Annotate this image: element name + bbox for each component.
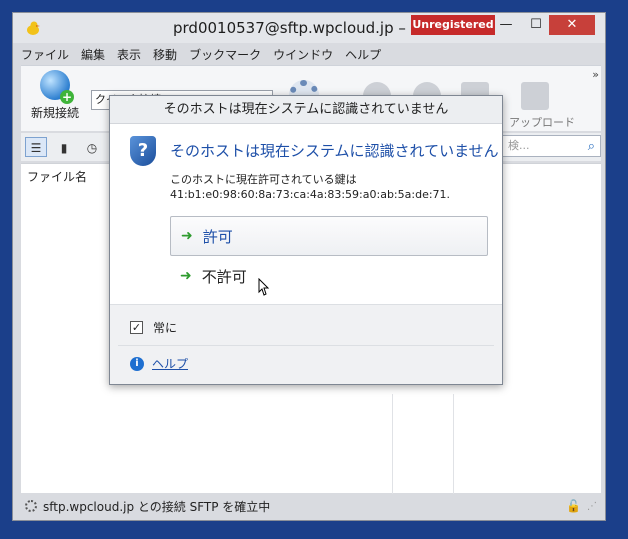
deny-label: 不許可 — [201, 267, 247, 286]
always-label: 常に — [153, 321, 178, 335]
unregistered-badge[interactable]: Unregistered — [411, 15, 495, 35]
toolbar-overflow-icon[interactable]: » — [592, 68, 599, 81]
window-title: prd0010537@sftp.wpcloud.jp – S — [173, 19, 413, 37]
info-icon: i — [130, 356, 144, 371]
title-bar[interactable]: prd0010537@sftp.wpcloud.jp – S Unregiste… — [13, 13, 605, 43]
menu-view[interactable]: 表示 — [117, 46, 141, 63]
menu-bookmark[interactable]: ブックマーク — [189, 46, 261, 63]
maximize-button[interactable]: ☐ — [521, 15, 551, 35]
lock-icon[interactable]: 🔓 — [566, 499, 581, 513]
menu-file[interactable]: ファイル — [21, 46, 69, 63]
menu-help[interactable]: ヘルプ — [345, 46, 381, 63]
main-instruction: そのホストは現在システムに認識されていません — [170, 142, 499, 160]
allow-button[interactable]: ➜ 許可 — [170, 216, 488, 256]
dialog-body: ? そのホストは現在システムに認識されていません このホストに現在許可されている… — [118, 128, 499, 303]
always-checkbox-row[interactable]: ✓ 常に — [130, 319, 177, 336]
status-text: sftp.wpcloud.jp との接続 SFTP を確立中 — [43, 499, 271, 514]
menu-edit[interactable]: 編集 — [81, 46, 105, 63]
arrow-right-icon: ➜ — [180, 268, 192, 284]
menu-go[interactable]: 移動 — [153, 46, 177, 63]
column-header-filename[interactable]: ファイル名 — [27, 168, 87, 185]
host-key-fingerprint: 41:b1:e0:98:60:8a:73:ca:4a:83:59:a0:ab:5… — [170, 188, 451, 201]
help-link[interactable]: ヘルプ — [152, 355, 188, 372]
mouse-cursor-icon — [258, 278, 270, 296]
search-icon[interactable]: ⌕ — [588, 139, 595, 154]
globe-icon — [40, 70, 74, 104]
help-row: i ヘルプ — [130, 355, 188, 372]
menu-bar: ファイル 編集 表示 移動 ブックマーク ウインドウ ヘルプ — [21, 43, 381, 65]
deny-button[interactable]: ➜ 不許可 — [170, 256, 488, 296]
host-key-text: このホストに現在許可されている鍵は 41:b1:e0:98:60:8a:73:c… — [170, 172, 450, 202]
new-connection-label: 新規接続 — [30, 106, 79, 120]
shield-question-icon: ? — [130, 136, 156, 166]
menu-window[interactable]: ウインドウ — [273, 46, 333, 63]
column-divider — [392, 394, 393, 494]
host-key-line1: このホストに現在許可されている鍵は — [170, 173, 357, 186]
upload-icon[interactable] — [521, 82, 549, 110]
close-button[interactable]: ✕ — [549, 15, 595, 35]
spinner-icon — [25, 500, 37, 512]
always-checkbox[interactable]: ✓ — [130, 321, 143, 334]
resize-grip-icon[interactable]: ⋰ — [587, 501, 597, 512]
history-view-icon[interactable]: ◷ — [81, 137, 103, 157]
status-bar: sftp.wpcloud.jp との接続 SFTP を確立中 🔓 ⋰ — [21, 495, 601, 517]
bookmark-view-icon[interactable]: ▮ — [53, 137, 75, 157]
arrow-right-icon: ➜ — [181, 228, 193, 244]
host-key-dialog: そのホストは現在システムに認識されていません ? そのホストは現在システムに認識… — [109, 95, 503, 385]
duck-app-icon — [27, 21, 40, 35]
allow-label: 許可 — [202, 227, 233, 246]
new-connection-button[interactable]: 新規接続 — [25, 70, 85, 121]
dialog-title[interactable]: そのホストは現在システムに認識されていません — [110, 96, 502, 124]
upload-label: アップロード — [509, 116, 575, 129]
search-input[interactable]: 検... — [501, 135, 601, 157]
minimize-button[interactable]: — — [491, 15, 521, 35]
dialog-footer: ✓ 常に i ヘルプ — [110, 304, 502, 384]
browser-view-icon[interactable]: ☰ — [25, 137, 47, 157]
column-divider — [453, 394, 454, 494]
divider — [118, 345, 494, 346]
